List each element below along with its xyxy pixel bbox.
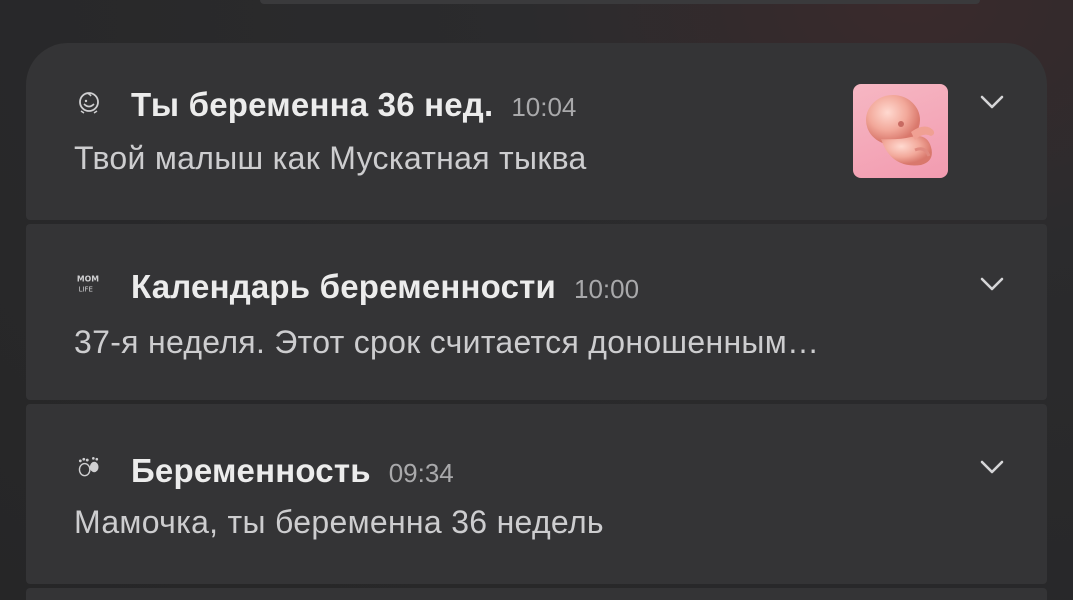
notification-body: Твой малыш как Мускатная тыква <box>74 140 587 176</box>
expand-chevron-icon[interactable] <box>977 452 1007 482</box>
notification-title: Календарь беременности <box>131 268 556 305</box>
notification-title: Ты беременна 36 нед. <box>131 86 494 123</box>
fetus-thumbnail <box>853 84 948 178</box>
top-edge-strip <box>260 0 980 4</box>
notification-stack: Ты беременна 36 нед. 10:04 Твой малыш ка… <box>26 43 1047 600</box>
notification-body: Мамочка, ты беременна 36 недель <box>74 504 604 540</box>
expand-chevron-icon[interactable] <box>977 87 1007 117</box>
svg-text:LIFE: LIFE <box>79 286 93 294</box>
notification-time: 09:34 <box>388 458 454 488</box>
notification-time: 10:04 <box>511 92 577 122</box>
expand-chevron-icon[interactable] <box>977 269 1007 299</box>
notification-body: 37-я неделя. Этот срок считается доношен… <box>74 324 820 360</box>
baby-footprints-icon <box>76 454 102 480</box>
notification-title: Беременность <box>131 452 371 489</box>
notification-card-partial <box>26 588 1047 600</box>
mom-life-logo-icon: MOM LIFE <box>76 270 102 296</box>
notification-card[interactable]: Ты беременна 36 нед. 10:04 Твой малыш ка… <box>26 43 1047 220</box>
notification-header: Беременность 09:34 <box>131 452 454 490</box>
notification-time: 10:00 <box>574 274 640 304</box>
notification-header: Календарь беременности 10:00 <box>131 268 639 306</box>
notification-card[interactable]: Беременность 09:34 Мамочка, ты беременна… <box>26 404 1047 584</box>
notification-card[interactable]: MOM LIFE Календарь беременности 10:00 37… <box>26 224 1047 400</box>
notification-header: Ты беременна 36 нед. 10:04 <box>131 86 576 124</box>
mom-life-logo-text: MOM <box>77 274 99 283</box>
baby-face-icon <box>76 90 102 116</box>
